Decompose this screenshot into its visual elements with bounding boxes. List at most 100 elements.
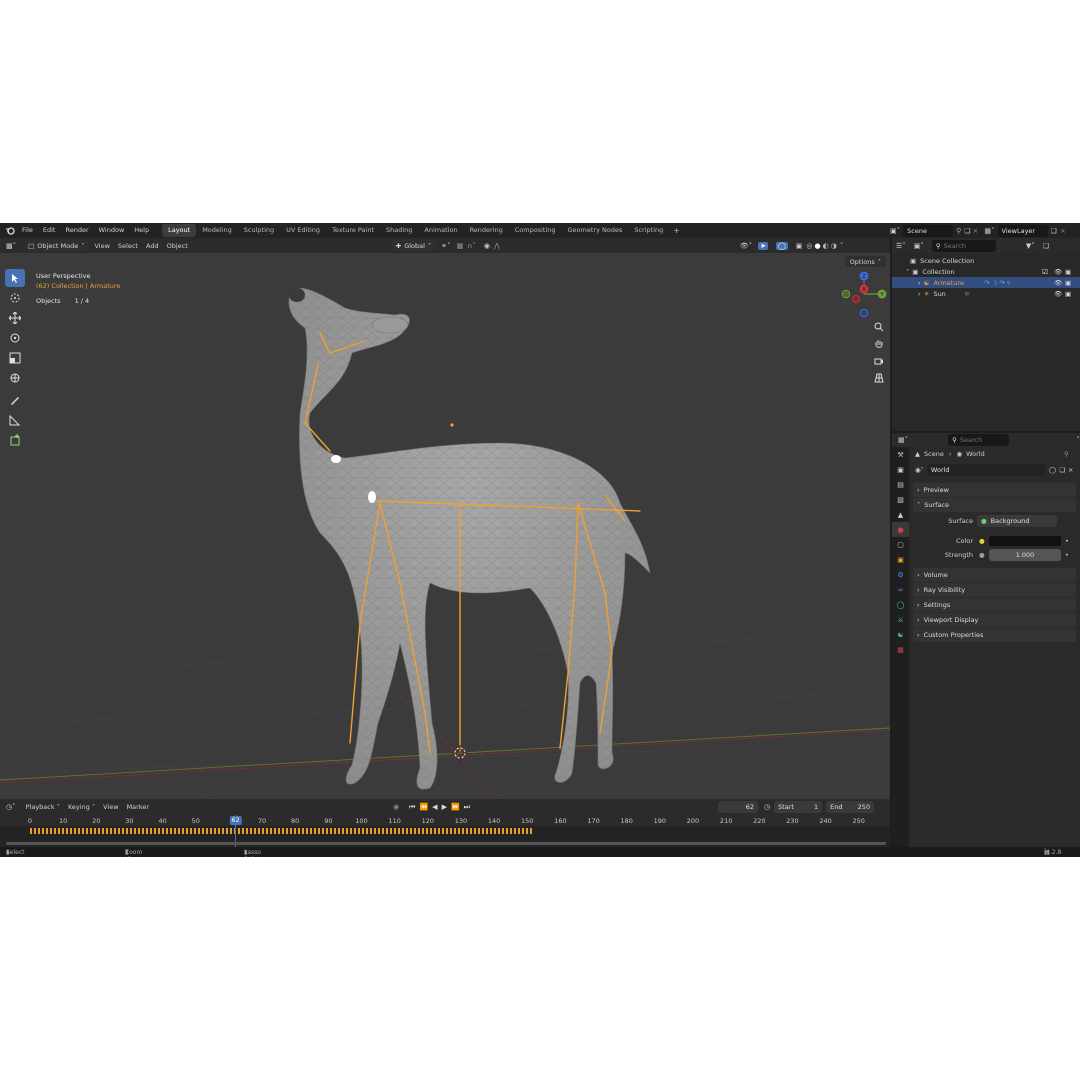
output-tab-icon[interactable]: ▤ (892, 477, 909, 492)
menu-marker[interactable]: Marker (123, 803, 153, 811)
shading-options-icon[interactable]: ˅ (840, 242, 844, 250)
menu-select[interactable]: Select (114, 242, 142, 250)
filter-icon[interactable]: ▼˅ (1026, 242, 1035, 250)
play-reverse-icon[interactable]: ◀ (432, 803, 437, 811)
fake-user-icon[interactable]: ◯ (1049, 466, 1056, 474)
tab-rendering[interactable]: Rendering (464, 224, 509, 237)
eye-icon[interactable]: 👁 (1054, 279, 1062, 287)
tab-animation[interactable]: Animation (418, 224, 463, 237)
menu-window[interactable]: Window (94, 223, 130, 238)
menu-file[interactable]: File (17, 223, 38, 238)
select-box-tool[interactable] (5, 269, 25, 287)
collection-tab-icon[interactable]: ▢ (892, 537, 909, 552)
panel-surface[interactable]: ˅ Surface (913, 498, 1076, 512)
constraints-tab-icon[interactable]: ⚔ (892, 612, 909, 627)
frame-ruler[interactable]: 0 10 20 30 40 50 70 80 90 100 110 120 130 140 150 160 17… (0, 815, 890, 826)
tab-uv-editing[interactable]: UV Editing (280, 224, 326, 237)
outliner-editor-icon[interactable]: ☰˅ (896, 242, 906, 250)
panel-viewport-display[interactable]: › Viewport Display (913, 613, 1076, 627)
outliner-item-sun[interactable]: › ☀ Sun ☼ 👁 ▣ (892, 288, 1080, 299)
scene-tab-icon[interactable]: ▲ (892, 507, 909, 522)
world-name-field[interactable]: World (926, 464, 1045, 476)
snap-target-icon[interactable]: ∩˅ (467, 242, 476, 250)
keyframe-dot-icon[interactable]: • (1065, 537, 1069, 545)
remove-scene-icon[interactable]: × (973, 227, 979, 235)
add-cube-tool[interactable] (5, 431, 25, 449)
panel-ray-visibility[interactable]: › Ray Visibility (913, 583, 1076, 597)
panel-preview[interactable]: › Preview (913, 483, 1076, 497)
duplicate-icon[interactable]: ❏ (1059, 466, 1065, 474)
measure-tool[interactable] (5, 411, 25, 429)
current-frame-field[interactable]: 62 (717, 801, 758, 813)
scene-icon[interactable]: ▣˅ (890, 227, 900, 235)
camera-icon[interactable]: ▣ (1065, 279, 1071, 287)
pivot-icon[interactable]: ⚭˅ (441, 242, 450, 250)
jump-end-icon[interactable]: ⏭ (464, 803, 470, 812)
wireframe-shading-icon[interactable]: ◎ (806, 242, 812, 250)
camera-view-icon[interactable] (871, 353, 887, 369)
physics-tab-icon[interactable]: ◯ (892, 597, 909, 612)
new-view-layer-icon[interactable]: ❏ (1051, 227, 1057, 235)
surface-shader-field[interactable]: ● Background (977, 515, 1057, 527)
timeline-area[interactable]: 0 10 20 30 40 50 70 80 90 100 110 120 130 140 150 160 17… (0, 815, 890, 847)
mode-dropdown[interactable]: □ Object Mode ˅ (24, 240, 89, 251)
visibility-icon[interactable]: 👁˅ (740, 242, 752, 250)
pin-icon[interactable]: ⚲ (1064, 450, 1069, 458)
menu-add[interactable]: Add (142, 242, 163, 250)
view-layer-field[interactable]: ViewLayer (997, 224, 1048, 237)
strength-field[interactable]: 1.000 (989, 549, 1061, 561)
end-frame-field[interactable]: End 250 (826, 801, 875, 813)
jump-start-icon[interactable]: ⏮ (409, 803, 415, 812)
render-tab-icon[interactable]: ▣ (892, 462, 909, 477)
material-shading-icon[interactable]: ◐ (823, 242, 829, 250)
scene-name-field[interactable]: Scene (903, 224, 954, 237)
close-icon[interactable]: × (1068, 466, 1073, 474)
menu-playback[interactable]: Playback ˅ (22, 803, 64, 811)
outliner-item-armature[interactable]: › ☯ Armature ↷ ☽ ↷ ▿ 👁 ▣ (892, 277, 1080, 288)
texture-tab-icon[interactable]: ▦ (892, 642, 909, 657)
panel-volume[interactable]: › Volume (913, 568, 1076, 582)
outliner-search-input[interactable]: ⚲ Search (931, 239, 996, 252)
tab-modeling[interactable]: Modeling (196, 224, 238, 237)
play-icon[interactable]: ▶ (442, 803, 447, 811)
menu-view[interactable]: View (90, 242, 113, 250)
pin-icon[interactable]: ⚲ (956, 227, 961, 235)
zoom-icon[interactable] (871, 319, 887, 335)
overlay-toggle-icon[interactable]: ◯ (775, 241, 788, 250)
panel-settings[interactable]: › Settings (913, 598, 1076, 612)
transform-orientation-dropdown[interactable]: ✚ Global ˅ (391, 240, 436, 251)
panel-custom-properties[interactable]: › Custom Properties (913, 628, 1076, 642)
menu-edit[interactable]: Edit (38, 223, 61, 238)
falloff-icon[interactable]: ⋀ (494, 242, 500, 250)
view-layer-icon[interactable]: ▦˅ (984, 227, 994, 235)
tab-geometry-nodes[interactable]: Geometry Nodes (562, 224, 629, 237)
world-tab-icon[interactable]: ● (892, 522, 909, 537)
menu-keying[interactable]: Keying ˅ (64, 803, 99, 811)
tab-scripting[interactable]: Scripting (628, 224, 669, 237)
camera-icon[interactable]: ▣ (1065, 268, 1071, 276)
scale-tool[interactable] (5, 349, 25, 367)
add-workspace-button[interactable]: + (669, 226, 684, 235)
tab-texture-paint[interactable]: Texture Paint (326, 224, 380, 237)
eye-icon[interactable]: 👁 (1054, 268, 1062, 276)
tab-shading[interactable]: Shading (380, 224, 418, 237)
menu-render[interactable]: Render (60, 223, 93, 238)
3d-viewport[interactable]: User Perspective (62) Collection | Armat… (0, 253, 890, 799)
cursor-tool[interactable] (5, 289, 25, 307)
menu-timeline-view[interactable]: View (99, 803, 122, 811)
move-tool[interactable] (5, 309, 25, 327)
modifier-tab-icon[interactable]: ⚙ (892, 567, 909, 582)
next-keyframe-icon[interactable]: ⏩ (451, 803, 460, 811)
solid-shading-icon[interactable]: ● (815, 242, 821, 250)
data-tab-icon[interactable]: ☯ (892, 627, 909, 642)
collection-row[interactable]: ˅ ▣ Collection ☑ 👁 ▣ (892, 266, 1080, 277)
scene-collection-row[interactable]: ▣ Scene Collection (892, 255, 1080, 266)
rendered-shading-icon[interactable]: ◑ (831, 242, 837, 250)
eye-icon[interactable]: 👁 (1054, 290, 1062, 298)
annotate-tool[interactable] (5, 391, 25, 409)
tool-tab-icon[interactable]: ⚒ (892, 447, 909, 462)
menu-object[interactable]: Object (163, 242, 192, 250)
world-browse-icon[interactable]: ◉˅ (915, 466, 924, 474)
pan-hand-icon[interactable] (871, 336, 887, 352)
options-dropdown[interactable]: Options ˅ (844, 256, 886, 267)
